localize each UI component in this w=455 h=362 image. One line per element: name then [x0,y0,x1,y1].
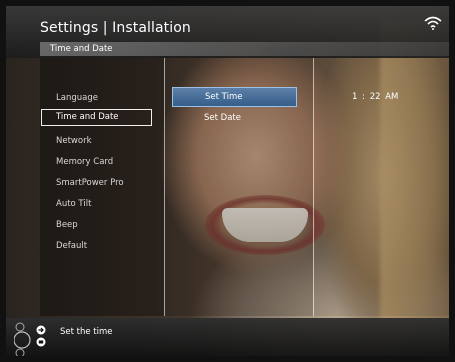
menu-item-memory-card[interactable]: Memory Card [56,156,113,168]
navigation-ring-icon [14,322,46,358]
option-set-date[interactable]: Set Date [172,109,297,129]
menu-item-beep[interactable]: Beep [56,219,78,231]
photo-frame-screen: Settings | Installation Time and Date La… [0,0,455,362]
menu-item-language[interactable]: Language [56,92,98,104]
help-text: Set the time [60,327,113,337]
menu-item-default[interactable]: Default [56,240,87,252]
help-bar [6,318,449,356]
menu-item-time-and-date[interactable]: Time and Date [41,109,152,126]
menu-item-network[interactable]: Network [56,135,92,147]
current-time-display: 1 : 22 AM [352,92,398,102]
time-minute: 22 [369,92,381,102]
option-set-time[interactable]: Set Time [172,87,297,107]
page-title: Settings | Installation [40,20,191,36]
menu-item-smartpower-pro[interactable]: SmartPower Pro [56,177,124,189]
wifi-icon [424,16,442,30]
time-period: AM [385,92,399,102]
breadcrumb: Time and Date [50,44,113,54]
menu-item-auto-tilt[interactable]: Auto Tilt [56,198,91,210]
column-divider [313,58,314,316]
time-separator: : [362,92,365,102]
time-hour: 1 [352,92,358,102]
column-divider [164,58,165,316]
